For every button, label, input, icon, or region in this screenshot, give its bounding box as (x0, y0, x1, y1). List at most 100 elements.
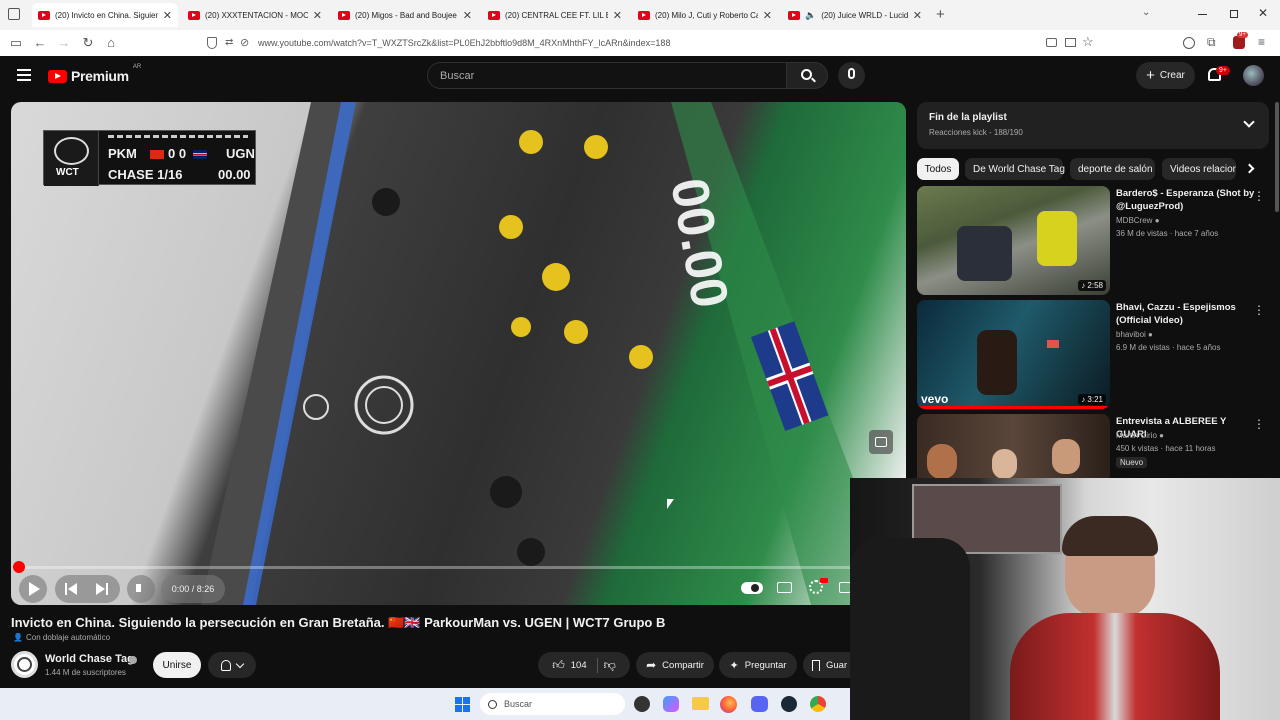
chip-videos-relacionados[interactable]: Videos relacion (1162, 158, 1236, 180)
browser-tab-1[interactable]: (20) Invicto en China. Siguiend ✕ (32, 3, 178, 27)
thumbs-down-icon[interactable]: 👎︎ (604, 658, 616, 673)
taskbar-search[interactable]: Buscar (480, 693, 625, 715)
chip-todos[interactable]: Todos (917, 158, 959, 180)
channel-row[interactable]: MDBCrew ● (1116, 216, 1160, 225)
video-thumbnail[interactable] (917, 414, 1110, 478)
youtube-logo[interactable]: Premium AR (48, 64, 141, 84)
progress-scrubber[interactable] (13, 561, 25, 573)
shield-icon[interactable] (207, 37, 217, 49)
miniplayer-icon[interactable] (869, 430, 893, 454)
hamburger-menu-icon[interactable] (17, 69, 31, 81)
uk-flag-icon (193, 150, 207, 159)
like-button[interactable]: 👍︎ 104 (552, 657, 598, 673)
video-player[interactable]: 00.00 WCT PKM 0 0 UGN CHASE 1/16 00.00 0… (11, 102, 906, 605)
close-tab-icon[interactable]: ✕ (163, 9, 172, 22)
wct-logo: WCT (44, 131, 99, 186)
browser-tab-bar: (20) Invicto en China. Siguiend ✕ (20) X… (0, 0, 1280, 30)
like-count: 104 (570, 659, 587, 671)
forward-icon[interactable]: → (56, 35, 72, 51)
tab-title: (20) CENTRAL CEE FT. LIL BABY (505, 10, 608, 20)
channel-avatar[interactable] (11, 651, 38, 678)
steam-icon[interactable] (781, 696, 797, 712)
recommendation-meta: 36 M de vistas · hace 7 años (1116, 229, 1219, 238)
close-tab-icon[interactable]: ✕ (913, 9, 922, 22)
join-button[interactable]: Unirse (153, 652, 201, 678)
close-tab-icon[interactable]: ✕ (313, 9, 322, 22)
play-button[interactable] (19, 575, 47, 603)
verified-icon (129, 656, 137, 664)
close-tab-icon[interactable]: ✕ (763, 9, 772, 22)
video-thumbnail[interactable]: vevo ♪ 3:21 (917, 300, 1110, 409)
volume-button[interactable] (127, 575, 155, 603)
reload-icon[interactable]: ↻ (80, 35, 96, 51)
tab-list-icon[interactable] (8, 8, 20, 20)
discord-icon[interactable] (751, 696, 768, 712)
pip-icon[interactable] (1046, 38, 1057, 47)
minimize-icon[interactable] (1198, 14, 1207, 15)
browser-tab-4[interactable]: (20) CENTRAL CEE FT. LIL BABY ✕ (482, 3, 628, 27)
account-icon[interactable] (1183, 37, 1195, 49)
video-thumbnail[interactable]: ♪ 2:58 (917, 186, 1110, 295)
playlist-panel[interactable]: Fin de la playlist Reacciones kick - 188… (917, 102, 1269, 149)
recommendation-title[interactable]: Bhavi, Cazzu - Espejismos (Official Vide… (1116, 301, 1256, 327)
more-options-icon[interactable]: ⋮ (1253, 189, 1265, 203)
speaker-icon: 🔈 (805, 9, 817, 20)
chevron-down-icon[interactable] (1243, 116, 1255, 128)
recommendation-item[interactable]: Entrevista a ALBEREE Y GUARI Martin Ciri… (917, 414, 1269, 478)
previous-icon[interactable] (65, 583, 77, 595)
share-button[interactable]: ➦ Compartir (636, 652, 714, 678)
autoplay-toggle[interactable] (741, 582, 763, 594)
close-tab-icon[interactable]: ✕ (463, 9, 472, 22)
url-field[interactable]: www.youtube.com/watch?v=T_WXZTSrcZk&list… (258, 38, 670, 48)
save-button[interactable]: Guar (803, 652, 850, 678)
more-options-icon[interactable]: ⋮ (1253, 303, 1265, 317)
time-display: 0:00 / 8:26 (161, 575, 225, 603)
subtitles-icon[interactable] (777, 582, 792, 593)
subscribe-notifications-button[interactable] (208, 652, 256, 678)
bookmark-star-icon[interactable]: ☆ (1082, 34, 1094, 50)
search-button[interactable] (786, 62, 828, 89)
avatar[interactable] (1243, 65, 1264, 86)
sidebar-toggle-icon[interactable]: ▭ (8, 35, 24, 51)
recommendation-item[interactable]: vevo ♪ 3:21 Bhavi, Cazzu - Espejismos (O… (917, 300, 1269, 410)
firefox-icon[interactable] (720, 696, 737, 713)
recommendation-title[interactable]: Bardero$ - Esperanza (Shot by @LuguezPro… (1116, 187, 1256, 213)
channel-row[interactable]: Martin Cirio ● (1116, 431, 1164, 440)
progress-bar[interactable] (19, 566, 899, 569)
sidebar-scrollbar[interactable] (1275, 102, 1279, 212)
browser-tab-2[interactable]: (20) XXXTENTACION - MOONLI ✕ (182, 3, 328, 27)
create-button[interactable]: + Crear (1136, 62, 1195, 89)
ask-button[interactable]: ✦ Preguntar (719, 652, 797, 678)
file-explorer-icon[interactable] (692, 697, 709, 710)
more-options-icon[interactable]: ⋮ (1253, 417, 1265, 431)
chips-next-icon[interactable] (1244, 163, 1255, 174)
close-window-icon[interactable]: ✕ (1258, 6, 1268, 20)
back-icon[interactable]: ← (32, 35, 48, 51)
maximize-icon[interactable] (1230, 10, 1238, 18)
reader-view-icon[interactable] (1065, 38, 1076, 47)
recommendation-item[interactable]: ♪ 2:58 Bardero$ - Esperanza (Shot by @Lu… (917, 186, 1269, 296)
voice-search-button[interactable] (838, 62, 865, 89)
copilot-g-icon[interactable] (634, 696, 650, 712)
next-icon[interactable] (96, 583, 108, 595)
search-input[interactable]: Buscar (427, 62, 787, 89)
channel-row[interactable]: bhaviboi ● (1116, 330, 1153, 339)
extensions-icon[interactable]: ⧉ (1207, 35, 1216, 50)
new-tab-icon[interactable]: + (936, 6, 945, 23)
close-tab-icon[interactable]: ✕ (613, 9, 622, 22)
chevron-down-icon[interactable]: ⌄ (1142, 7, 1150, 18)
browser-tab-6[interactable]: 🔈 (20) Juice WRLD - Lucid Dre ✕ (782, 3, 928, 27)
tracking-off-icon[interactable]: ⊘ (240, 36, 249, 49)
chip-world-chase-tag[interactable]: De World Chase Tag (965, 158, 1065, 180)
home-icon[interactable]: ⌂ (103, 35, 119, 51)
chip-deporte-de-salon[interactable]: deporte de salón (1070, 158, 1155, 180)
chrome-icon[interactable] (810, 696, 826, 712)
menu-icon[interactable]: ≡ (1258, 35, 1265, 49)
copilot-icon[interactable] (663, 696, 679, 712)
score: 0 0 (168, 146, 187, 161)
windows-start-icon[interactable] (455, 697, 470, 712)
browser-tab-3[interactable]: (20) Migos - Bad and Boujee ft ✕ (332, 3, 478, 27)
permissions-icon[interactable]: ⇄ (225, 37, 233, 48)
browser-tab-5[interactable]: (20) Milo J, Cuti y Roberto Cara ✕ (632, 3, 778, 27)
channel-name[interactable]: World Chase Tag (45, 653, 134, 665)
